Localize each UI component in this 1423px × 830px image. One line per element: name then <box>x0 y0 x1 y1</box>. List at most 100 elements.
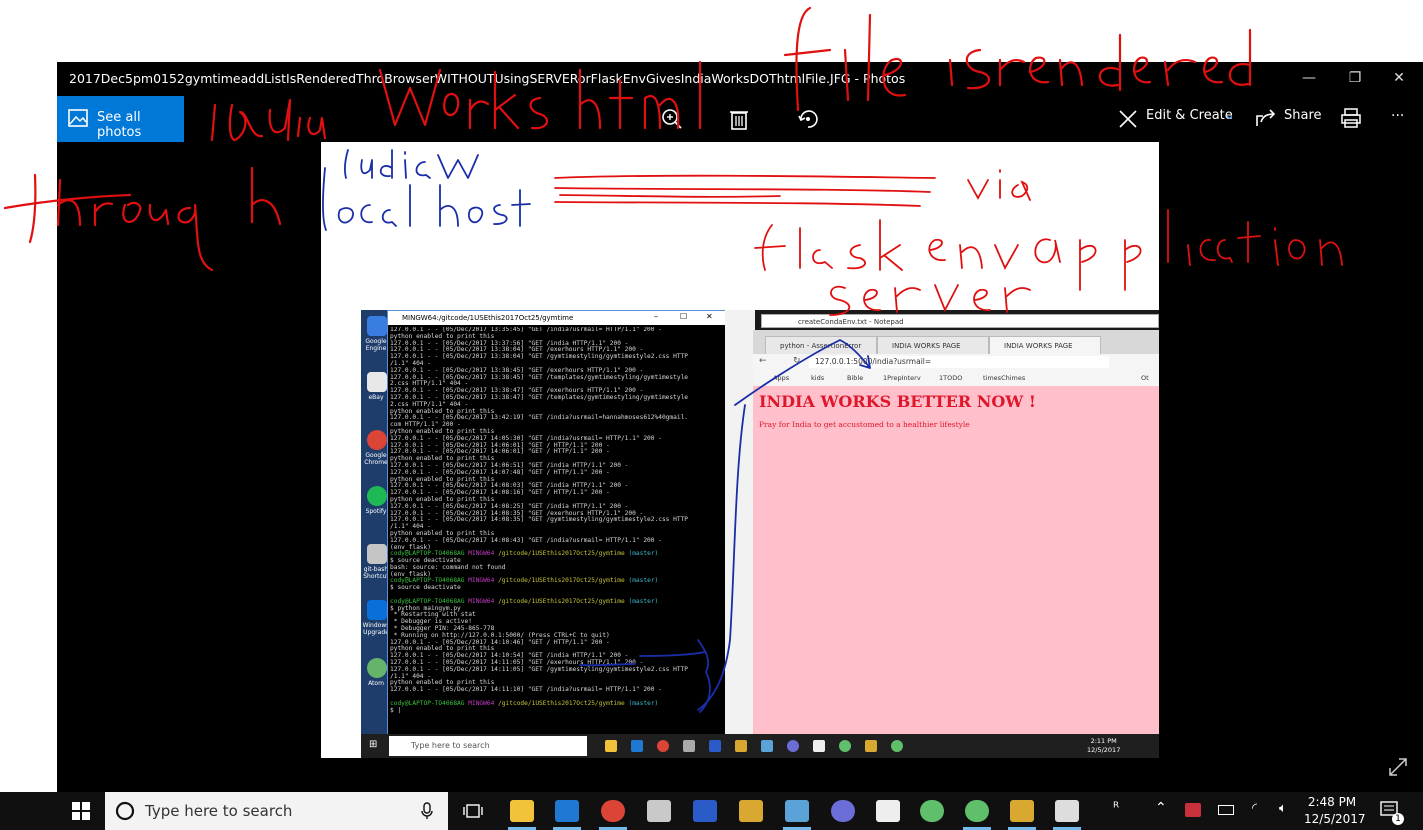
delete-icon[interactable] <box>729 108 749 130</box>
chevron-up-icon[interactable]: ⌃ <box>1155 800 1167 816</box>
more-button[interactable]: ··· <box>1391 108 1404 124</box>
web-page: INDIA WORKS BETTER NOW ! Pray for India … <box>753 386 1159 734</box>
bookmark-apps[interactable]: Apps <box>773 374 789 382</box>
bookmark-kids[interactable]: kids <box>811 374 824 382</box>
terminal-output: 127.0.0.1 - - [05/Dec/2017 13:35:45] "GE… <box>390 327 689 714</box>
git-icon[interactable] <box>739 800 763 822</box>
rotate-icon[interactable] <box>797 108 819 130</box>
taskbar-search-box[interactable]: Type here to search <box>105 792 448 830</box>
inner-clock[interactable]: 2:11 PM 12/5/2017 <box>1087 737 1120 755</box>
edit-create-icon <box>1119 110 1137 128</box>
terminal-close[interactable]: ✕ <box>706 312 713 321</box>
bookmark-todo[interactable]: 1TODO <box>939 374 962 382</box>
atom-icon[interactable] <box>920 800 944 822</box>
inner-search-box[interactable]: Type here to search <box>389 736 587 756</box>
photo-view: Google Engine eBay Google Chrome Spotify… <box>321 142 1159 758</box>
maximize-button[interactable]: ❐ <box>1332 66 1378 90</box>
inner-explorer-icon[interactable] <box>605 740 617 752</box>
page-text: Pray for India to get accustomed to a he… <box>759 420 970 429</box>
inner-time: 2:11 PM <box>1090 737 1117 745</box>
git-icon-2[interactable] <box>1010 800 1034 822</box>
git-bash-icon <box>367 544 387 564</box>
ebay-icon <box>367 372 387 392</box>
inner-notepad-icon[interactable] <box>761 740 773 752</box>
security-icon[interactable] <box>1185 803 1201 817</box>
window-title: 2017Dec5pm0152gymtimeaddListIsRenderedTh… <box>69 71 906 86</box>
search-placeholder: Type here to search <box>145 802 293 820</box>
date: 12/5/2017 <box>1304 812 1366 826</box>
bookmark-bible[interactable]: Bible <box>847 374 863 382</box>
inner-chrome-icon[interactable] <box>657 740 669 752</box>
bookmark-other[interactable]: Ot <box>1141 374 1149 382</box>
chrome-tab-strip: python - AssertionError INDIA WORKS PAGE… <box>753 330 1159 354</box>
snipping-tool-icon[interactable] <box>647 800 671 822</box>
volume-icon[interactable]: 🔈︎ <box>1279 801 1287 816</box>
inner-eclipse-icon[interactable] <box>787 740 799 752</box>
atom-icon-2[interactable] <box>965 800 989 822</box>
windows-upgrade-icon <box>367 600 387 620</box>
chrome-icon <box>367 430 387 450</box>
bookmark-timeschimes[interactable]: timesChimes <box>983 374 1025 382</box>
battery-icon[interactable] <box>1218 805 1234 815</box>
time: 2:48 PM <box>1307 795 1357 809</box>
microphone-icon[interactable] <box>421 802 433 820</box>
terminal-maximize[interactable]: ☐ <box>680 312 687 321</box>
mail-icon[interactable] <box>876 800 900 822</box>
inner-powershell-icon[interactable] <box>709 740 721 752</box>
inner-atom-icon[interactable] <box>839 740 851 752</box>
bookmarks-bar: Apps kids Bible 1PrepInterv 1TODO timesC… <box>753 372 1159 387</box>
inner-start-icon[interactable]: ⊞ <box>369 739 377 750</box>
inner-mail-icon[interactable] <box>813 740 825 752</box>
minimize-button[interactable]: — <box>1286 66 1332 90</box>
notification-badge: 1 <box>1392 813 1404 825</box>
notepad-icon[interactable] <box>785 800 809 822</box>
inner-app-icon[interactable] <box>683 740 695 752</box>
wifi-icon[interactable]: ◜ <box>1252 801 1257 816</box>
tab-india-works-2[interactable]: INDIA WORKS PAGE <box>989 336 1101 354</box>
taskbar-clock[interactable]: 2:48 PM 12/5/2017 <box>1304 794 1366 828</box>
inner-date: 12/5/2017 <box>1087 746 1121 754</box>
chrome-window[interactable]: python - AssertionError INDIA WORKS PAGE… <box>753 330 1159 734</box>
page-heading: INDIA WORKS BETTER NOW ! <box>759 392 1036 411</box>
edge-icon[interactable] <box>555 800 579 822</box>
powershell-icon[interactable] <box>693 800 717 822</box>
chevron-down-icon[interactable]: ⌄ <box>1224 108 1235 123</box>
terminal-title: MINGW64:/gitcode/1USEthis2017Oct25/gymti… <box>388 311 726 325</box>
edit-create-button[interactable]: Edit & Create <box>1146 108 1233 123</box>
cortana-icon <box>115 801 135 821</box>
taskbar: Type here to search ᴿ ⌃ ◜ 🔈︎ 2:48 PM 12/… <box>0 792 1423 830</box>
terminal-minimize[interactable]: – <box>654 312 658 321</box>
file-explorer-icon[interactable] <box>510 800 534 822</box>
inner-git-icon-2[interactable] <box>865 740 877 752</box>
inner-atom-icon-2[interactable] <box>891 740 903 752</box>
chrome-icon[interactable] <box>601 800 625 822</box>
close-button[interactable]: ✕ <box>1376 66 1422 90</box>
zoom-in-icon[interactable] <box>661 108 683 130</box>
share-button[interactable]: Share <box>1284 108 1322 123</box>
terminal-window[interactable]: MINGW64:/gitcode/1USEthis2017Oct25/gymti… <box>387 310 727 736</box>
bookmark-prepinterv[interactable]: 1PrepInterv <box>883 374 921 382</box>
tab-python-assertion[interactable]: python - AssertionError <box>765 336 877 354</box>
print-icon[interactable] <box>1340 107 1362 129</box>
people-icon[interactable]: ᴿ <box>1113 800 1119 816</box>
see-all-photos-button[interactable]: See all photos <box>57 96 184 142</box>
atom-icon <box>367 658 387 678</box>
photos-window: 2017Dec5pm0152gymtimeaddListIsRenderedTh… <box>57 62 1423 792</box>
background-explorer-strip <box>725 310 755 734</box>
inner-edge-icon[interactable] <box>631 740 643 752</box>
task-view-icon[interactable] <box>463 802 483 820</box>
tab-india-works-1[interactable]: INDIA WORKS PAGE <box>877 336 989 354</box>
share-icon <box>1256 109 1276 126</box>
windows-start-icon[interactable] <box>72 802 90 820</box>
photos-app-icon[interactable] <box>1055 800 1079 822</box>
inner-taskbar: ⊞ Type here to search 2:11 PM 12/5/2017 <box>361 734 1159 758</box>
eclipse-icon[interactable] <box>831 800 855 822</box>
inner-git-icon[interactable] <box>735 740 747 752</box>
back-arrow-icon[interactable]: ← <box>759 356 767 366</box>
notepad-title[interactable]: createCondaEnv.txt - Notepad <box>761 314 1159 328</box>
expand-icon[interactable] <box>1387 756 1409 778</box>
reload-icon[interactable]: ↻ <box>793 356 801 366</box>
address-bar[interactable]: 127.0.0.1:5000/india?usrmail= <box>809 356 1109 368</box>
inner-screenshot: Google Engine eBay Google Chrome Spotify… <box>361 310 1159 758</box>
chrome-toolbar: ← ↻ 127.0.0.1:5000/india?usrmail= <box>753 354 1159 372</box>
